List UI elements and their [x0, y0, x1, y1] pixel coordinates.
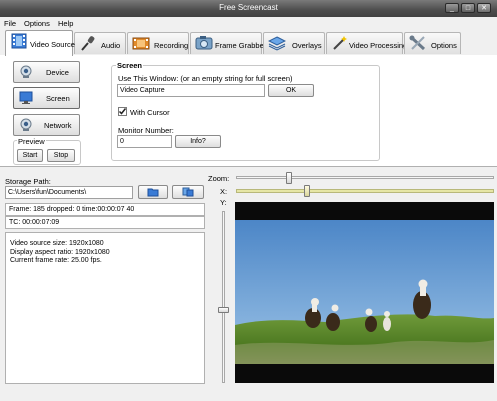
- screen-label: Screen: [46, 94, 70, 103]
- menu-options[interactable]: Options: [24, 19, 50, 28]
- storage-path-label: Storage Path:: [5, 177, 51, 186]
- ok-button[interactable]: OK: [268, 84, 314, 97]
- screen-button[interactable]: Screen: [13, 87, 80, 109]
- minimize-button[interactable]: _: [445, 3, 459, 13]
- with-cursor-checkbox[interactable]: [118, 107, 127, 116]
- device-label: Device: [46, 68, 69, 77]
- x-slider[interactable]: [236, 189, 494, 193]
- preview-label: Preview: [17, 137, 46, 146]
- device-button[interactable]: Device: [13, 61, 80, 83]
- tab-options[interactable]: Options: [404, 32, 461, 54]
- monitor-label: Monitor Number:: [118, 126, 174, 135]
- tab-video-source[interactable]: Video Source: [5, 30, 75, 56]
- title-bar: Free Screencast _ □ ✕: [0, 0, 497, 17]
- network-camera-icon: [20, 118, 32, 131]
- source-size: Video source size: 1920x1080: [10, 240, 104, 247]
- zoom-label: Zoom:: [208, 174, 230, 183]
- y-slider[interactable]: [222, 211, 225, 383]
- x-label: X:: [220, 187, 228, 196]
- tools-icon: [409, 35, 426, 51]
- use-window-label: Use This Window: (or an empty string for…: [118, 74, 293, 83]
- storage-path-input[interactable]: C:\Users\fun\Documents\: [5, 186, 133, 199]
- video-preview: [235, 202, 494, 383]
- tab-label: Recording: [154, 41, 189, 50]
- tab-audio[interactable]: Audio: [74, 32, 126, 54]
- tab-recording[interactable]: Recording: [127, 32, 189, 54]
- window-title: Free Screencast: [219, 3, 278, 12]
- tab-overlays[interactable]: Overlays: [263, 32, 325, 54]
- film-icon: [11, 33, 27, 49]
- close-button[interactable]: ✕: [477, 3, 491, 13]
- x-slider-thumb[interactable]: [304, 185, 311, 197]
- monitor-number-input[interactable]: 0: [117, 135, 172, 148]
- tab-label: Video Processing: [349, 41, 408, 50]
- frame-rate: Current frame rate: 25.00 fps.: [10, 257, 102, 264]
- tab-label: Overlays: [292, 41, 322, 50]
- film-reel-icon: [132, 37, 150, 50]
- zoom-slider[interactable]: [236, 176, 494, 179]
- tab-frame-grabber[interactable]: Frame Grabber: [190, 32, 266, 54]
- menu-file[interactable]: File: [4, 19, 16, 28]
- microphone-icon: [81, 36, 95, 51]
- tab-label: Video Source: [30, 40, 75, 49]
- tab-strip: Video Source Audio Recording Frame Grabb…: [0, 30, 497, 56]
- screen-group-title: Screen: [116, 61, 144, 70]
- frame-stats: Frame: 185 dropped: 0 time:00:00:07 40: [5, 203, 205, 216]
- open-folder-button[interactable]: [172, 185, 204, 199]
- with-cursor-label: With Cursor: [130, 108, 170, 117]
- aspect-ratio: Display aspect ratio: 1920x1080: [10, 248, 110, 256]
- start-button[interactable]: Start: [17, 149, 43, 162]
- checkmark-icon: [118, 108, 127, 115]
- window-name-input[interactable]: Video Capture: [117, 84, 265, 97]
- y-slider-thumb[interactable]: [218, 307, 229, 314]
- menu-help[interactable]: Help: [58, 19, 73, 28]
- magic-wand-icon: [333, 36, 347, 50]
- files-icon: [182, 187, 194, 197]
- tab-label: Frame Grabber: [215, 41, 267, 50]
- preview-frame-image: [235, 220, 494, 364]
- maximize-button[interactable]: □: [461, 3, 475, 13]
- y-label: Y:: [220, 198, 227, 207]
- zoom-slider-thumb[interactable]: [286, 172, 293, 184]
- folder-icon: [147, 188, 159, 197]
- timecode: TC: 00:00:07:09: [5, 216, 205, 229]
- network-label: Network: [44, 121, 72, 130]
- layers-icon: [268, 36, 286, 51]
- camera-icon: [195, 36, 213, 50]
- tab-label: Audio: [101, 41, 121, 50]
- menu-bar: File Options Help: [0, 17, 497, 30]
- video-source-panel: Device Screen Network Preview Start Stop…: [0, 55, 497, 167]
- network-button[interactable]: Network: [13, 114, 80, 136]
- tab-video-processing[interactable]: Video Processing: [326, 32, 407, 54]
- stop-button[interactable]: Stop: [47, 149, 75, 162]
- info-button[interactable]: Info?: [175, 135, 221, 148]
- tab-label: Options: [431, 41, 457, 50]
- webcam-icon: [20, 65, 32, 78]
- monitor-icon: [19, 91, 33, 104]
- video-info-box: Video source size: 1920x1080 Display asp…: [5, 232, 205, 384]
- browse-folder-button[interactable]: [138, 185, 168, 199]
